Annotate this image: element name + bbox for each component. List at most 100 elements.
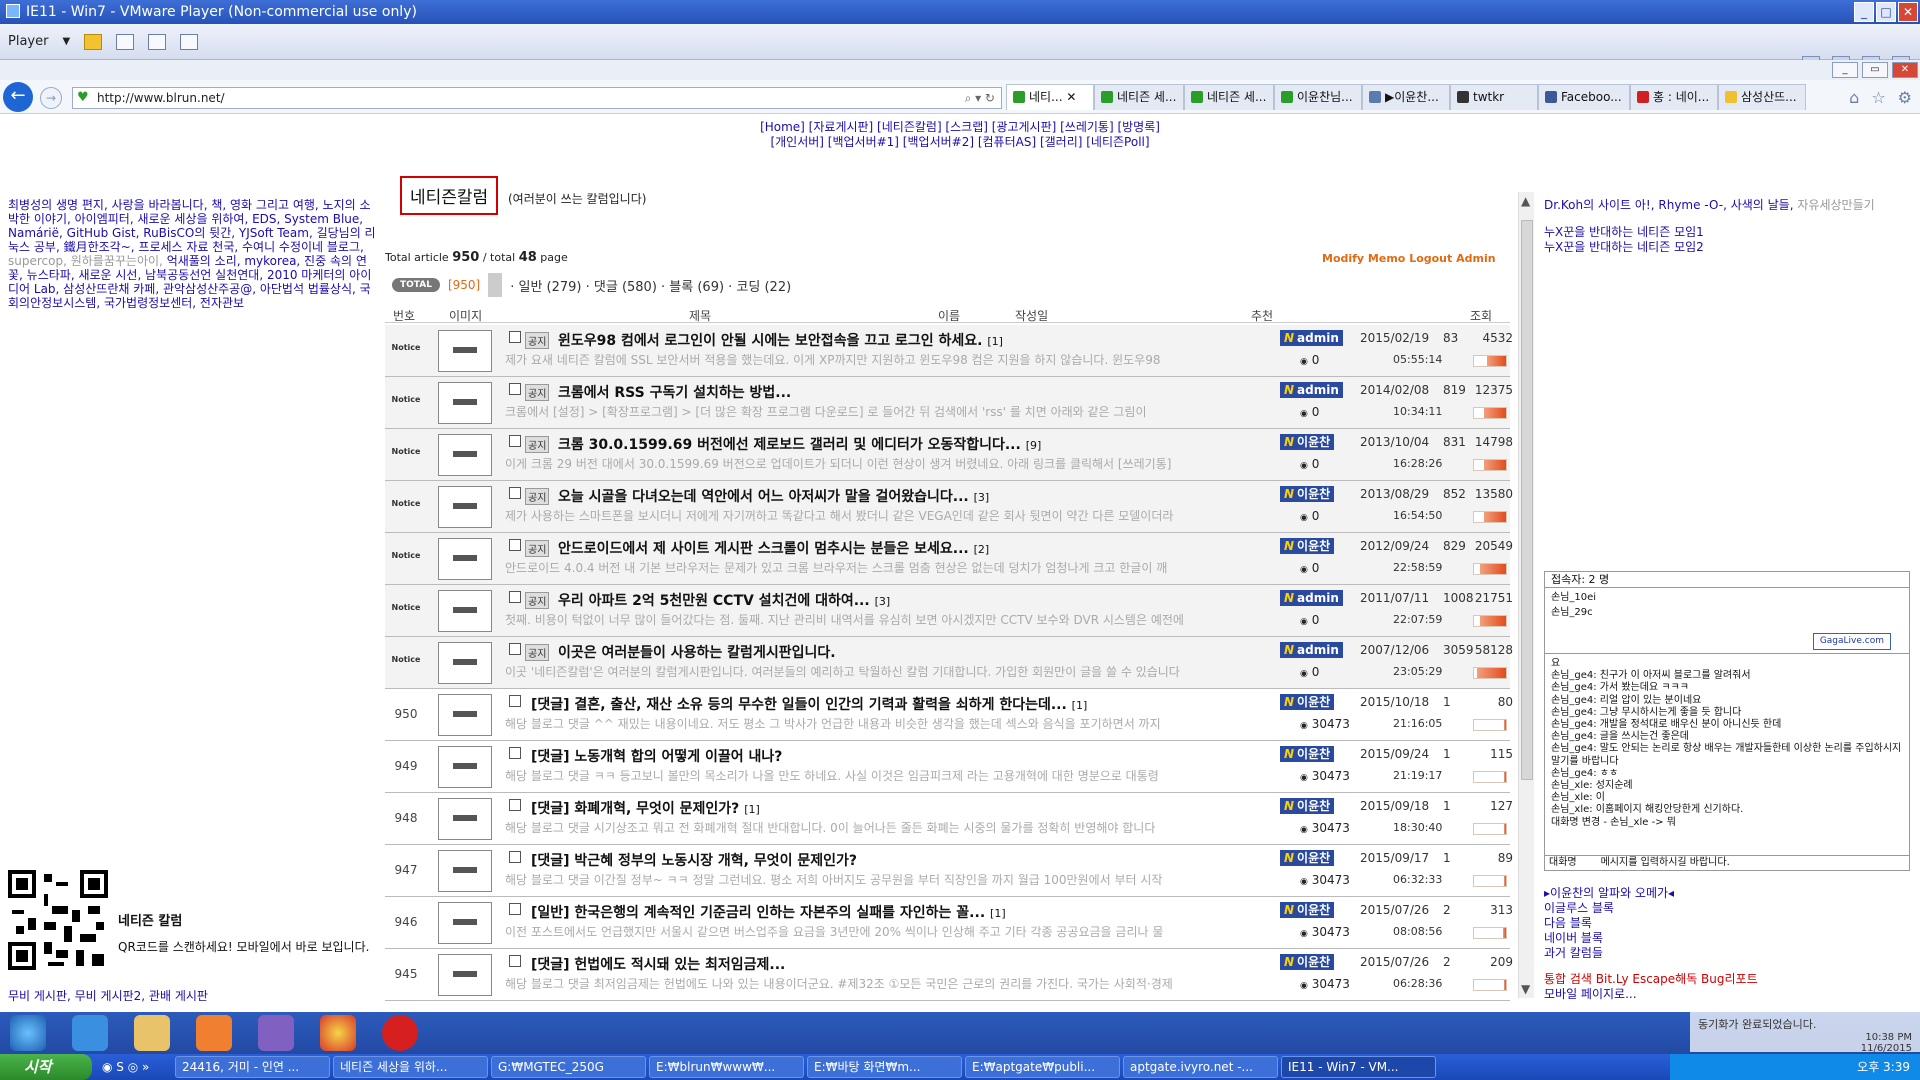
row-checkbox[interactable] bbox=[509, 799, 521, 811]
mobile-page-link[interactable]: 모바일 페이지로... bbox=[1544, 987, 1758, 1002]
table-row[interactable]: Notice 공지 안드로이드에서 제 사이트 게시판 스크롤이 멈추시는 분들은 … bbox=[385, 533, 1513, 585]
taskbar-item[interactable]: aptgate.ivyro.net -... bbox=[1123, 1056, 1278, 1078]
row-subject[interactable]: [댓글] 헌법에도 적시돼 있는 최저임금제... bbox=[531, 954, 1221, 974]
table-row[interactable]: 948 [댓글] 화폐개혁, 무엇이 문제인가? [1] 해당 블로그 댓글 시기상… bbox=[385, 793, 1513, 845]
table-row[interactable]: Notice 공지 크롬에서 RSS 구독기 설치하는 방법... 크롬에서 [설정… bbox=[385, 377, 1513, 429]
row-author[interactable]: N 이윤찬 bbox=[1280, 434, 1335, 450]
taskbar-item[interactable]: 네티즌 세상을 위하... bbox=[333, 1056, 488, 1078]
row-checkbox[interactable] bbox=[509, 747, 521, 759]
ie-close-button[interactable]: ✕ bbox=[1892, 62, 1918, 78]
scroll-up-icon[interactable]: ▲ bbox=[1521, 194, 1530, 208]
row-author[interactable]: N 이윤찬 bbox=[1280, 538, 1335, 554]
tab-0[interactable]: 네티... ✕ bbox=[1006, 84, 1094, 110]
app-icon[interactable] bbox=[258, 1015, 294, 1051]
row-subject[interactable]: [댓글] 박근혜 정부의 노동시장 개혁, 무엇이 문제인가? bbox=[531, 850, 1221, 870]
table-row[interactable]: Notice 공지 크롬 30.0.1599.69 버전에선 제로보드 갤러리 및 … bbox=[385, 429, 1513, 481]
table-row[interactable]: Notice 공지 우리 아파트 2억 5천만원 CCTV 설치건에 대하여... … bbox=[385, 585, 1513, 637]
row-author[interactable]: N 이윤찬 bbox=[1280, 746, 1335, 762]
row-author[interactable]: Nadmin bbox=[1280, 590, 1343, 606]
row-subject[interactable]: [일반] 한국은행의 계속적인 기준금리 인하는 자본주의 실패를 자인하는 꼴… bbox=[531, 902, 1221, 922]
scroll-down-icon[interactable]: ▼ bbox=[1521, 982, 1530, 996]
tab-7[interactable]: 홍 : 네이... bbox=[1630, 84, 1718, 110]
row-checkbox[interactable] bbox=[509, 487, 521, 499]
chat-input[interactable]: 메시지를 입력하시길 바랍니다. bbox=[1601, 856, 1730, 872]
scroll-thumb[interactable] bbox=[1521, 220, 1533, 780]
favorites-star-icon[interactable]: ☆ bbox=[1871, 88, 1885, 107]
ie-restore-button[interactable]: ▭ bbox=[1862, 62, 1888, 78]
taskbar-item[interactable]: E:₩바탕 화면₩m... bbox=[807, 1056, 962, 1078]
ie-icon[interactable] bbox=[72, 1015, 108, 1051]
row-thumbnail[interactable] bbox=[438, 798, 492, 840]
row-subject[interactable]: 이곳은 여러분들이 사용하는 칼럼게시판입니다. bbox=[558, 642, 1248, 662]
row-thumbnail[interactable] bbox=[438, 746, 492, 788]
row-subject[interactable]: 윈도우98 컴에서 로그인이 안될 시에는 보안접속을 끄고 로그인 하세요. … bbox=[558, 330, 1248, 350]
table-row[interactable]: 949 [댓글] 노동개혁 합의 어떻게 이끌어 내나? 해당 블로그 댓글 ㅋㅋ… bbox=[385, 741, 1513, 793]
filter-links[interactable]: · 일반 (279) · 댓글 (580) · 블록 (69) · 코딩 (22… bbox=[510, 276, 791, 295]
table-row[interactable]: Notice 공지 오늘 시골을 다녀오는데 역안에서 어느 아저씨가 말을 걸어왔… bbox=[385, 481, 1513, 533]
row-subject[interactable]: 오늘 시골을 다녀오는데 역안에서 어느 아저씨가 말을 걸어왔습니다... [… bbox=[558, 486, 1248, 506]
row-checkbox[interactable] bbox=[509, 591, 521, 603]
row-subject[interactable]: 안드로이드에서 제 사이트 게시판 스크롤이 멈추시는 분들은 보세요... [… bbox=[558, 538, 1248, 558]
row-checkbox[interactable] bbox=[509, 851, 521, 863]
row-author[interactable]: N 이윤찬 bbox=[1280, 694, 1335, 710]
tab-1[interactable]: 네티즌 세... bbox=[1094, 84, 1184, 110]
row-thumbnail[interactable] bbox=[438, 538, 492, 580]
topmenu-line2[interactable]: [개인서버] [백업서버#1] [백업서버#2] [컴퓨터AS] [갤러리] [… bbox=[0, 135, 1920, 150]
row-subject[interactable]: [댓글] 노동개혁 합의 어떻게 이끌어 내나? bbox=[531, 746, 1221, 766]
tab-6[interactable]: Faceboo... bbox=[1538, 84, 1630, 110]
row-author[interactable]: Nadmin bbox=[1280, 330, 1343, 346]
row-checkbox[interactable] bbox=[509, 331, 521, 343]
row-subject[interactable]: 우리 아파트 2억 5천만원 CCTV 설치건에 대하여... [3] bbox=[558, 590, 1248, 610]
taskbar-item[interactable]: E:₩blrun₩www₩... bbox=[649, 1056, 804, 1078]
system-tray[interactable]: 오후 3:39 bbox=[1670, 1054, 1920, 1080]
table-row[interactable]: 950 [댓글] 결혼, 출산, 재산 소유 등의 무수한 일들이 인간의 기력과… bbox=[385, 689, 1513, 741]
tab-8[interactable]: 삼성산뜨... bbox=[1718, 84, 1806, 110]
row-thumbnail[interactable] bbox=[438, 902, 492, 944]
page-scrollbar[interactable]: ▲ ▼ bbox=[1518, 192, 1534, 998]
taskbar-item[interactable]: G:₩MGTEC_250G bbox=[491, 1056, 646, 1078]
opera-icon[interactable] bbox=[382, 1015, 418, 1051]
table-row[interactable]: Notice 공지 윈도우98 컴에서 로그인이 안될 시에는 보안접속을 끄고 로… bbox=[385, 325, 1513, 377]
table-row[interactable]: 947 [댓글] 박근혜 정부의 노동시장 개혁, 무엇이 문제인가? 해당 블로… bbox=[385, 845, 1513, 897]
total-count-link[interactable]: [950] bbox=[448, 278, 480, 292]
right-link-gray[interactable]: 자유세상만들기 bbox=[1797, 198, 1874, 212]
row-subject[interactable]: 크롬 30.0.1599.69 버전에선 제로보드 갤러리 및 에디터가 오동작… bbox=[558, 434, 1248, 454]
row-checkbox[interactable] bbox=[509, 903, 521, 915]
tab-2[interactable]: 네티즌 세... bbox=[1184, 84, 1274, 110]
blog-link-alpha[interactable]: ▸이윤찬의 알파와 오메가◂ bbox=[1544, 886, 1674, 901]
row-author[interactable]: N 이윤찬 bbox=[1280, 850, 1335, 866]
row-thumbnail[interactable] bbox=[438, 382, 492, 424]
row-author[interactable]: N 이윤찬 bbox=[1280, 954, 1335, 970]
home-icon[interactable]: ⌂ bbox=[1849, 88, 1859, 107]
row-thumbnail[interactable] bbox=[438, 642, 492, 684]
blog-link-naver[interactable]: 네이버 블록 bbox=[1544, 931, 1674, 946]
row-subject[interactable]: [댓글] 결혼, 출산, 재산 소유 등의 무수한 일들이 인간의 기력과 활력… bbox=[531, 694, 1221, 714]
tab-5[interactable]: twtkr bbox=[1450, 84, 1538, 110]
right-link-list[interactable]: Dr.Koh의 사이트 아!, Rhyme -O-, 사색의 날들, bbox=[1544, 198, 1794, 212]
right-link-2[interactable]: 누X꾼을 반대하는 네티즌 모임1 bbox=[1544, 225, 1914, 240]
taskbar-item[interactable]: IE11 - Win7 - VM... bbox=[1281, 1056, 1436, 1078]
row-thumbnail[interactable] bbox=[438, 330, 492, 372]
right-link-3[interactable]: 누X꾼을 반대하는 네티즌 모임2 bbox=[1544, 240, 1914, 255]
media-player-icon[interactable] bbox=[196, 1015, 232, 1051]
row-checkbox[interactable] bbox=[509, 539, 521, 551]
taskbar-item[interactable]: 24416, 거미 - 인연 ... bbox=[175, 1056, 330, 1078]
row-author[interactable]: N 이윤찬 bbox=[1280, 902, 1335, 918]
row-subject[interactable]: 크롬에서 RSS 구독기 설치하는 방법... bbox=[558, 382, 1248, 402]
back-button[interactable]: ← bbox=[3, 82, 33, 112]
gagalive-link[interactable]: GagaLive.com bbox=[1812, 633, 1891, 650]
row-author[interactable]: Nadmin bbox=[1280, 382, 1343, 398]
search-links[interactable]: 통합 검색 Bit.Ly Escape해독 Bug리포트 bbox=[1544, 972, 1758, 987]
table-row[interactable]: Notice 공지 이곳은 여러분들이 사용하는 칼럼게시판입니다. 이곳 '네티즌… bbox=[385, 637, 1513, 689]
qr-links[interactable]: 무비 게시판, 무비 게시판2, 관배 게시판 bbox=[8, 987, 208, 1004]
fullscreen-icon[interactable] bbox=[148, 33, 167, 50]
row-thumbnail[interactable] bbox=[438, 434, 492, 476]
chat-nick-label[interactable]: 대화명 bbox=[1549, 856, 1577, 872]
chrome-icon[interactable] bbox=[320, 1015, 356, 1051]
row-thumbnail[interactable] bbox=[438, 954, 492, 996]
win7-start-icon[interactable] bbox=[10, 1015, 46, 1051]
table-row[interactable]: 945 [댓글] 헌법에도 적시돼 있는 최저임금제... 해당 블로그 댓글 최… bbox=[385, 949, 1513, 1001]
row-thumbnail[interactable] bbox=[438, 694, 492, 736]
blog-link-daum[interactable]: 다음 블록 bbox=[1544, 916, 1674, 931]
minimize-button[interactable]: _ bbox=[1854, 2, 1874, 22]
